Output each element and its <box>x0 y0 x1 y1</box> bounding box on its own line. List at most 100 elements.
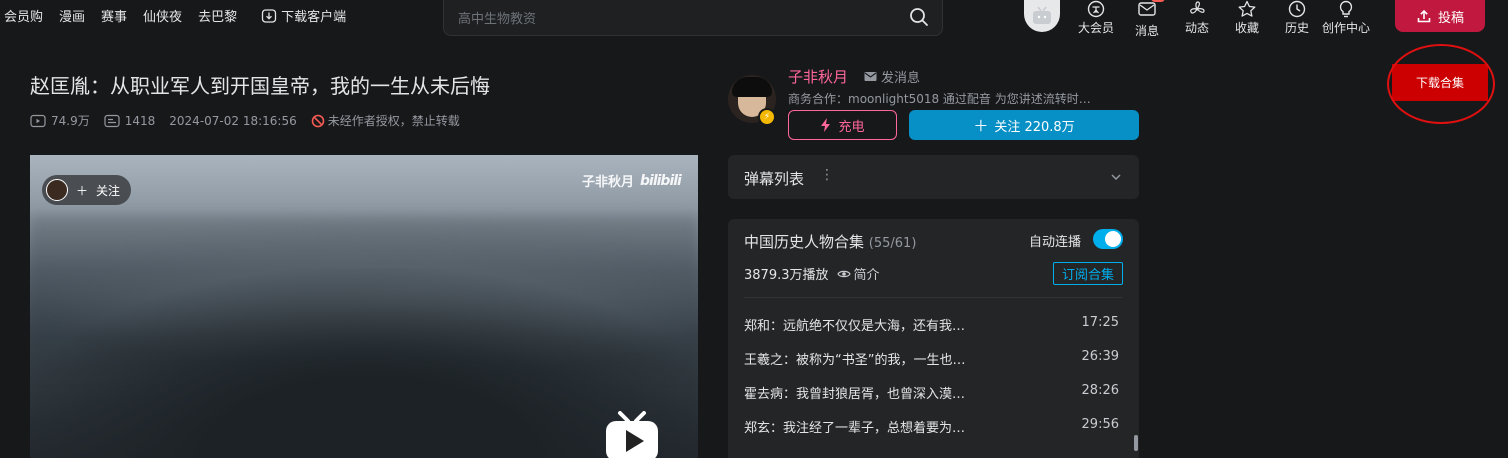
follow-button[interactable]: ＋ 关注 220.8万 <box>909 110 1139 140</box>
send-message-label: 发消息 <box>881 71 921 86</box>
download-collection-button[interactable]: 下载合集 <box>1392 64 1488 101</box>
view-count-value: 74.9万 <box>51 114 90 128</box>
nav-dynamics[interactable]: 动态 <box>1185 0 1209 36</box>
episode-duration: 28:26 <box>1081 383 1119 398</box>
nav-favorites[interactable]: 收藏 <box>1235 0 1259 36</box>
collection-panel: 中国历史人物合集 (55/61) 自动连播 3879.3万播放 简介 订阅合集 … <box>728 219 1139 458</box>
view-count: 74.9万 <box>30 112 90 129</box>
autoplay-toggle[interactable] <box>1093 229 1123 249</box>
clock-icon <box>1288 0 1306 18</box>
nav-vip-label: 大会员 <box>1078 21 1115 35</box>
vip-icon <box>1087 0 1105 18</box>
uploader-description: 商务合作：moonlight5018 通过配音 为您讲述流转时… <box>788 92 1091 106</box>
nav-item-vip-shop[interactable]: 会员购 <box>4 6 43 25</box>
nav-messages-label: 消息 <box>1135 24 1160 38</box>
nav-item-paris[interactable]: 去巴黎 <box>198 6 237 25</box>
collection-scrollbar[interactable] <box>1134 435 1138 451</box>
top-nav-links: 会员购 漫画 赛事 仙侠夜 去巴黎 下载客户端 <box>4 6 362 25</box>
messages-badge <box>1151 0 1165 2</box>
messages-icon-wrap <box>1137 0 1165 22</box>
collection-divider <box>744 297 1123 298</box>
tv-mascot-icon <box>1033 6 1051 24</box>
send-message-link[interactable]: 发消息 <box>864 67 920 86</box>
avatar-hair <box>732 77 772 97</box>
danmaku-count-icon <box>104 114 120 127</box>
download-client-label: 下载客户端 <box>281 10 347 25</box>
episode-item[interactable]: 王羲之：被称为“书圣”的我，一生也… 26:39 <box>744 349 1119 368</box>
video-title: 赵匡胤：从职业军人到开国皇帝，我的一生从未后悔 <box>30 74 490 98</box>
toggle-knob <box>1105 231 1121 247</box>
search-box[interactable]: 高中生物教资 <box>443 0 943 36</box>
user-avatar[interactable] <box>1024 0 1060 32</box>
episode-item[interactable]: 霍去病：我曾封狼居胥，也曾深入漠… 28:26 <box>744 383 1119 402</box>
upload-label: 投稿 <box>1437 10 1464 26</box>
collection-title-text: 中国历史人物合集 <box>744 233 865 251</box>
forbidden-icon <box>311 114 325 127</box>
episode-title: 郑玄：我注经了一辈子，总想着要为… <box>744 421 966 436</box>
follow-label: 关注 220.8万 <box>994 119 1075 135</box>
copyright-text: 未经作者授权，禁止转载 <box>327 114 460 128</box>
episode-title: 霍去病：我曾封狼居胥，也曾深入漠… <box>744 387 966 402</box>
subscribe-collection-button[interactable]: 订阅合集 <box>1053 262 1123 285</box>
envelope-icon <box>864 72 877 81</box>
download-client-link[interactable]: 下载客户端 <box>261 6 346 25</box>
plus-icon: ＋ <box>973 116 989 135</box>
danmaku-count: 1418 <box>104 113 156 128</box>
player-follow-button[interactable]: ＋ 关注 <box>42 175 131 205</box>
more-options-icon[interactable]: ⋮ <box>820 167 834 183</box>
player-follow-label: 关注 <box>96 183 121 198</box>
uploader-name[interactable]: 子非秋月 <box>788 66 848 87</box>
episode-item[interactable]: 郑玄：我注经了一辈子，总想着要为… 29:56 <box>744 417 1119 436</box>
collection-intro-link[interactable]: 简介 <box>836 264 880 283</box>
charge-button[interactable]: 充电 <box>788 110 897 140</box>
bilibili-tv-play-icon[interactable] <box>604 411 660 458</box>
episode-title: 郑和：远航绝不仅仅是大海，还有我… <box>744 319 966 334</box>
search-icon[interactable] <box>908 6 930 28</box>
chevron-down-icon[interactable] <box>1109 170 1123 184</box>
play-count-icon <box>30 114 46 127</box>
danmaku-count-value: 1418 <box>124 113 156 128</box>
danmaku-list-title: 弹幕列表 <box>744 170 805 188</box>
nav-history-label: 历史 <box>1285 21 1310 35</box>
video-player[interactable]: ＋ 关注 子非秋月 bilibili <box>30 155 698 458</box>
collection-intro-label: 简介 <box>853 268 880 283</box>
nav-creator-center[interactable]: 创作中心 <box>1322 0 1370 36</box>
collection-title[interactable]: 中国历史人物合集 (55/61) <box>744 231 916 252</box>
autoplay-label: 自动连播 <box>1029 235 1082 250</box>
upload-button[interactable]: 投稿 <box>1395 0 1485 32</box>
nav-creator-label: 创作中心 <box>1322 21 1371 35</box>
lightning-icon <box>821 118 831 132</box>
nav-dynamics-label: 动态 <box>1185 21 1210 35</box>
top-navigation-bar: 会员购 漫画 赛事 仙侠夜 去巴黎 下载客户端 高中生物教资 大会员 消息 动态… <box>0 0 1508 39</box>
episode-item[interactable]: 郑和：远航绝不仅仅是大海，还有我… 17:25 <box>744 315 1119 334</box>
video-watermark: 子非秋月 bilibili <box>582 171 682 191</box>
lightning-badge-icon: ⚡ <box>758 108 776 126</box>
plus-icon: ＋ <box>76 183 89 198</box>
collection-progress: (55/61) <box>868 236 917 251</box>
danmaku-list-panel[interactable]: 弹幕列表 ⋮ <box>728 155 1139 199</box>
mail-icon <box>1138 2 1156 16</box>
video-meta: 74.9万 1418 2024-07-02 18:16:56 未经作者授权，禁止… <box>30 112 474 129</box>
episode-duration: 17:25 <box>1081 315 1119 330</box>
download-icon <box>261 8 277 23</box>
nav-vip[interactable]: 大会员 <box>1078 0 1114 36</box>
nav-item-comics[interactable]: 漫画 <box>59 6 85 25</box>
collection-stats: 3879.3万播放 简介 <box>744 264 880 283</box>
nav-favorites-label: 收藏 <box>1235 21 1260 35</box>
player-uploader-avatar <box>46 179 68 201</box>
charge-label: 充电 <box>838 119 865 135</box>
search-input[interactable]: 高中生物教资 <box>458 8 536 27</box>
watermark-name: 子非秋月 <box>582 175 635 190</box>
nav-history[interactable]: 历史 <box>1285 0 1309 36</box>
video-frame-mountains <box>30 268 698 458</box>
windmill-icon <box>1190 1 1205 14</box>
nav-messages[interactable]: 消息 <box>1135 0 1165 39</box>
copyright-notice: 未经作者授权，禁止转载 <box>311 112 460 129</box>
episode-title: 王羲之：被称为“书圣”的我，一生也… <box>744 353 966 368</box>
nav-item-xianxia-night[interactable]: 仙侠夜 <box>143 6 182 25</box>
collection-plays: 3879.3万播放 <box>744 268 829 283</box>
upload-icon <box>1417 9 1431 23</box>
nav-item-esports[interactable]: 赛事 <box>101 6 127 25</box>
eye-icon <box>836 270 851 277</box>
publish-time: 2024-07-02 18:16:56 <box>169 113 297 128</box>
